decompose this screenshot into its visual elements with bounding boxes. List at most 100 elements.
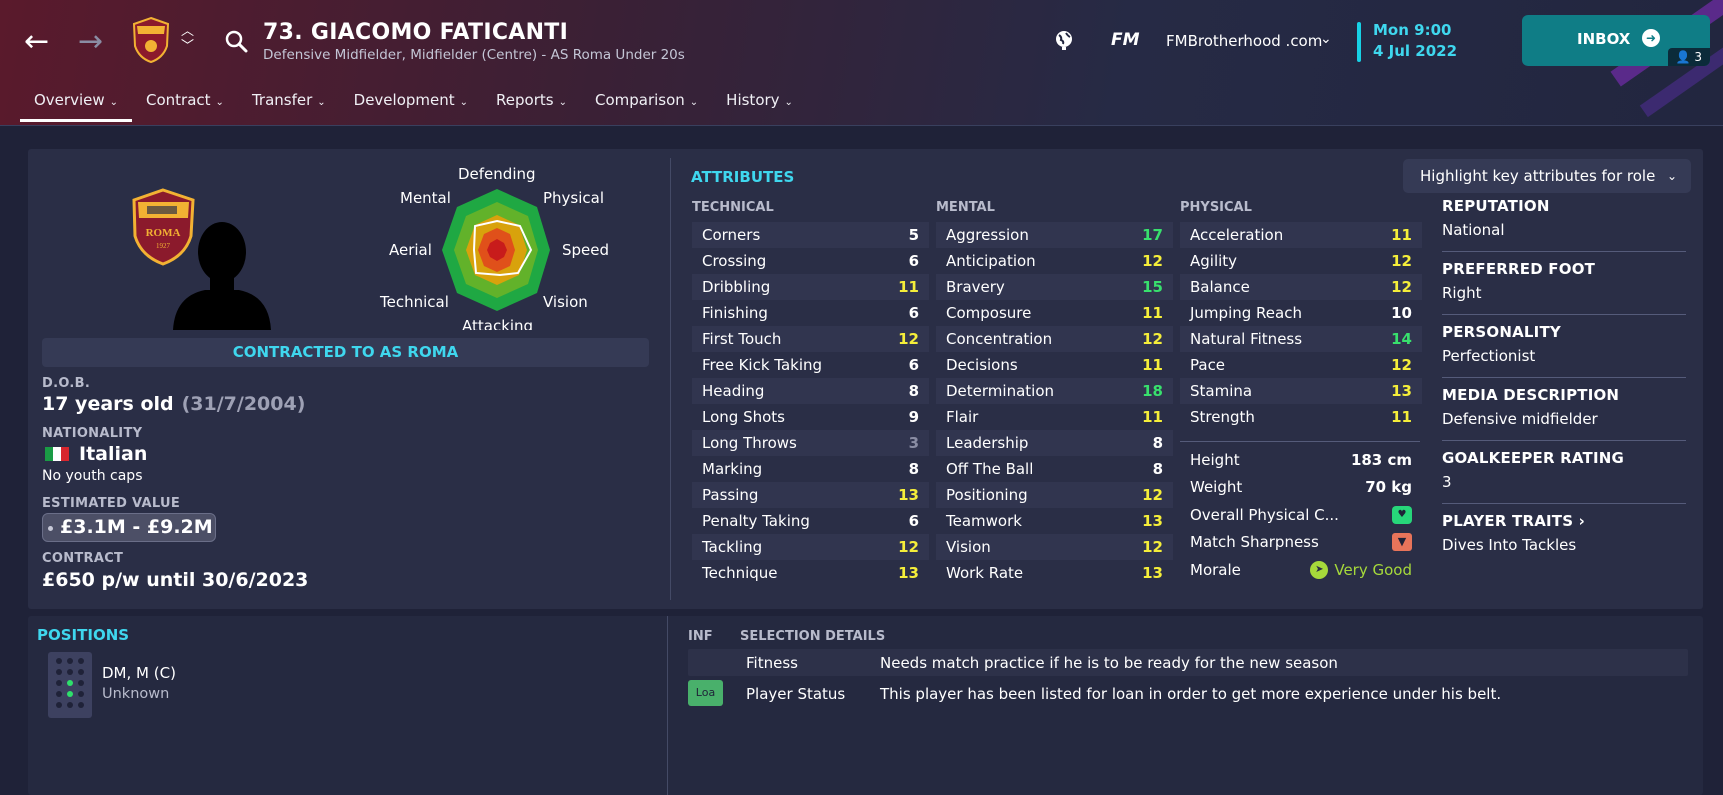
game-day-time: Mon 9:00: [1373, 21, 1452, 39]
attribute-row-stamina[interactable]: Stamina 13: [1180, 378, 1422, 404]
attribute-row-off-the-ball[interactable]: Off The Ball 8: [936, 456, 1173, 482]
attribute-row-dribbling[interactable]: Dribbling 11: [692, 274, 929, 300]
back-arrow-icon[interactable]: ←: [24, 22, 49, 62]
attribute-row-free-kick-taking[interactable]: Free Kick Taking 6: [692, 352, 929, 378]
pitch-dot: [56, 702, 62, 708]
loan-badge[interactable]: Loa: [688, 680, 723, 706]
attribute-name: Off The Ball: [946, 460, 1034, 478]
player-switch-chevrons-icon[interactable]: ︿ ﹀: [181, 24, 194, 54]
tab-label: Reports: [496, 91, 554, 109]
chevron-down-icon: ⌄: [317, 97, 326, 108]
attribute-row-passing[interactable]: Passing 13: [692, 482, 929, 508]
attribute-row-technique[interactable]: Technique 13: [692, 560, 929, 586]
attribute-row-tackling[interactable]: Tackling 12: [692, 534, 929, 560]
attribute-row-positioning[interactable]: Positioning 12: [936, 482, 1173, 508]
attribute-row-crossing[interactable]: Crossing 6: [692, 248, 929, 274]
header: ← → ︿ ﹀ 73. GIACOMO FATICANTI Defensive M…: [0, 0, 1723, 126]
positions-value: DM, M (C): [102, 664, 176, 682]
value-label: ESTIMATED VALUE: [42, 496, 180, 511]
attribute-value: 12: [1391, 356, 1412, 374]
attribute-row-composure[interactable]: Composure 11: [936, 300, 1173, 326]
attribute-value: 10: [1391, 304, 1412, 322]
attribute-row-agility[interactable]: Agility 12: [1180, 248, 1422, 274]
attribute-row-decisions[interactable]: Decisions 11: [936, 352, 1173, 378]
chevron-down-icon[interactable]: ⌄: [1320, 31, 1332, 47]
attribute-row-acceleration[interactable]: Acceleration 11: [1180, 222, 1422, 248]
attribute-row-long-throws[interactable]: Long Throws 3: [692, 430, 929, 456]
attribute-row-corners[interactable]: Corners 5: [692, 222, 929, 248]
forward-arrow-icon[interactable]: →: [78, 22, 103, 62]
positions-sub: Unknown: [102, 686, 170, 702]
estimated-value-pill[interactable]: £3.1M - £9.2M: [42, 513, 216, 542]
tab-transfer[interactable]: Transfer ⌄: [238, 88, 340, 122]
attribute-row-vision[interactable]: Vision 12: [936, 534, 1173, 560]
attribute-name: Natural Fitness: [1190, 330, 1303, 348]
attribute-row-anticipation[interactable]: Anticipation 12: [936, 248, 1173, 274]
tab-contract[interactable]: Contract ⌄: [132, 88, 238, 122]
attribute-value: 6: [908, 356, 919, 374]
tab-label: Comparison: [594, 91, 685, 109]
attribute-row-determination[interactable]: Determination 18: [936, 378, 1173, 404]
tab-comparison[interactable]: Comparison ⌄: [581, 88, 712, 122]
attribute-radar-chart: Defending Physical Speed Vision Attackin…: [380, 165, 610, 330]
attribute-row-flair[interactable]: Flair 11: [936, 404, 1173, 430]
attribute-value: 18: [1142, 382, 1163, 400]
attribute-row-marking[interactable]: Marking 8: [692, 456, 929, 482]
globe-icon[interactable]: [1053, 29, 1075, 51]
tab-overview[interactable]: Overview ⌄: [20, 88, 133, 122]
personality-label: PERSONALITY: [1442, 323, 1561, 341]
club-crest-icon[interactable]: [131, 16, 171, 64]
morale-text: Very Good: [1334, 560, 1412, 579]
nationality-label: NATIONALITY: [42, 426, 143, 441]
fm-logo[interactable]: FM: [1111, 30, 1140, 50]
tab-development[interactable]: Development ⌄: [340, 88, 482, 122]
traits-link[interactable]: PLAYER TRAITS ›: [1442, 512, 1686, 530]
age: 17 years old: [42, 393, 174, 415]
italy-flag-icon[interactable]: [45, 447, 69, 461]
person-icon: 👤: [1675, 50, 1691, 64]
attribute-row-long-shots[interactable]: Long Shots 9: [692, 404, 929, 430]
attribute-name: Marking: [702, 460, 763, 478]
search-icon[interactable]: [224, 29, 248, 53]
selection-header: SELECTION DETAILS: [740, 629, 886, 644]
position-pitch-icon[interactable]: [48, 652, 92, 718]
attribute-value: 12: [1142, 486, 1163, 504]
traits-block[interactable]: PLAYER TRAITS › Dives Into Tackles: [1442, 512, 1686, 567]
attribute-row-work-rate[interactable]: Work Rate 13: [936, 560, 1173, 586]
tab-history[interactable]: History ⌄: [712, 88, 807, 122]
attribute-row-first-touch[interactable]: First Touch 12: [692, 326, 929, 352]
inf-header: INF: [688, 629, 713, 644]
attribute-row-heading[interactable]: Heading 8: [692, 378, 929, 404]
attribute-value: 12: [898, 538, 919, 556]
sharpness-row[interactable]: Match Sharpness ▼: [1180, 529, 1422, 557]
attribute-row-jumping-reach[interactable]: Jumping Reach 10: [1180, 300, 1422, 326]
inbox-button[interactable]: INBOX ➜ 👤 3: [1522, 15, 1710, 66]
attribute-name: Heading: [702, 382, 765, 400]
site-selector[interactable]: FMBrotherhood .com: [1166, 32, 1322, 50]
attribute-row-pace[interactable]: Pace 12: [1180, 352, 1422, 378]
morale-row[interactable]: Morale ➤ Very Good: [1180, 556, 1422, 584]
attribute-value: 12: [898, 330, 919, 348]
attribute-name: Tackling: [702, 538, 763, 556]
attribute-row-aggression[interactable]: Aggression 17: [936, 222, 1173, 248]
pitch-dot: [67, 702, 73, 708]
attribute-row-leadership[interactable]: Leadership 8: [936, 430, 1173, 456]
attribute-name: Strength: [1190, 408, 1255, 426]
pitch-dot-active: [67, 691, 73, 697]
attribute-row-teamwork[interactable]: Teamwork 13: [936, 508, 1173, 534]
attribute-row-penalty-taking[interactable]: Penalty Taking 6: [692, 508, 929, 534]
attribute-row-natural-fitness[interactable]: Natural Fitness 14: [1180, 326, 1422, 352]
tab-reports[interactable]: Reports ⌄: [482, 88, 581, 122]
condition-row[interactable]: Overall Physical C... ♥: [1180, 501, 1422, 529]
radar-label-physical: Physical: [543, 189, 605, 207]
chevron-down-icon: ⌄: [558, 97, 567, 108]
attribute-row-bravery[interactable]: Bravery 15: [936, 274, 1173, 300]
attribute-row-strength[interactable]: Strength 11: [1180, 404, 1422, 430]
attribute-row-finishing[interactable]: Finishing 6: [692, 300, 929, 326]
highlight-attributes-dropdown[interactable]: Highlight key attributes for role ⌄: [1403, 159, 1691, 193]
nationality-value[interactable]: Italian: [79, 443, 147, 465]
attribute-row-balance[interactable]: Balance 12: [1180, 274, 1422, 300]
inbox-count-badge: 👤 3: [1667, 48, 1710, 66]
attribute-name: Long Throws: [702, 434, 797, 452]
attribute-row-concentration[interactable]: Concentration 12: [936, 326, 1173, 352]
